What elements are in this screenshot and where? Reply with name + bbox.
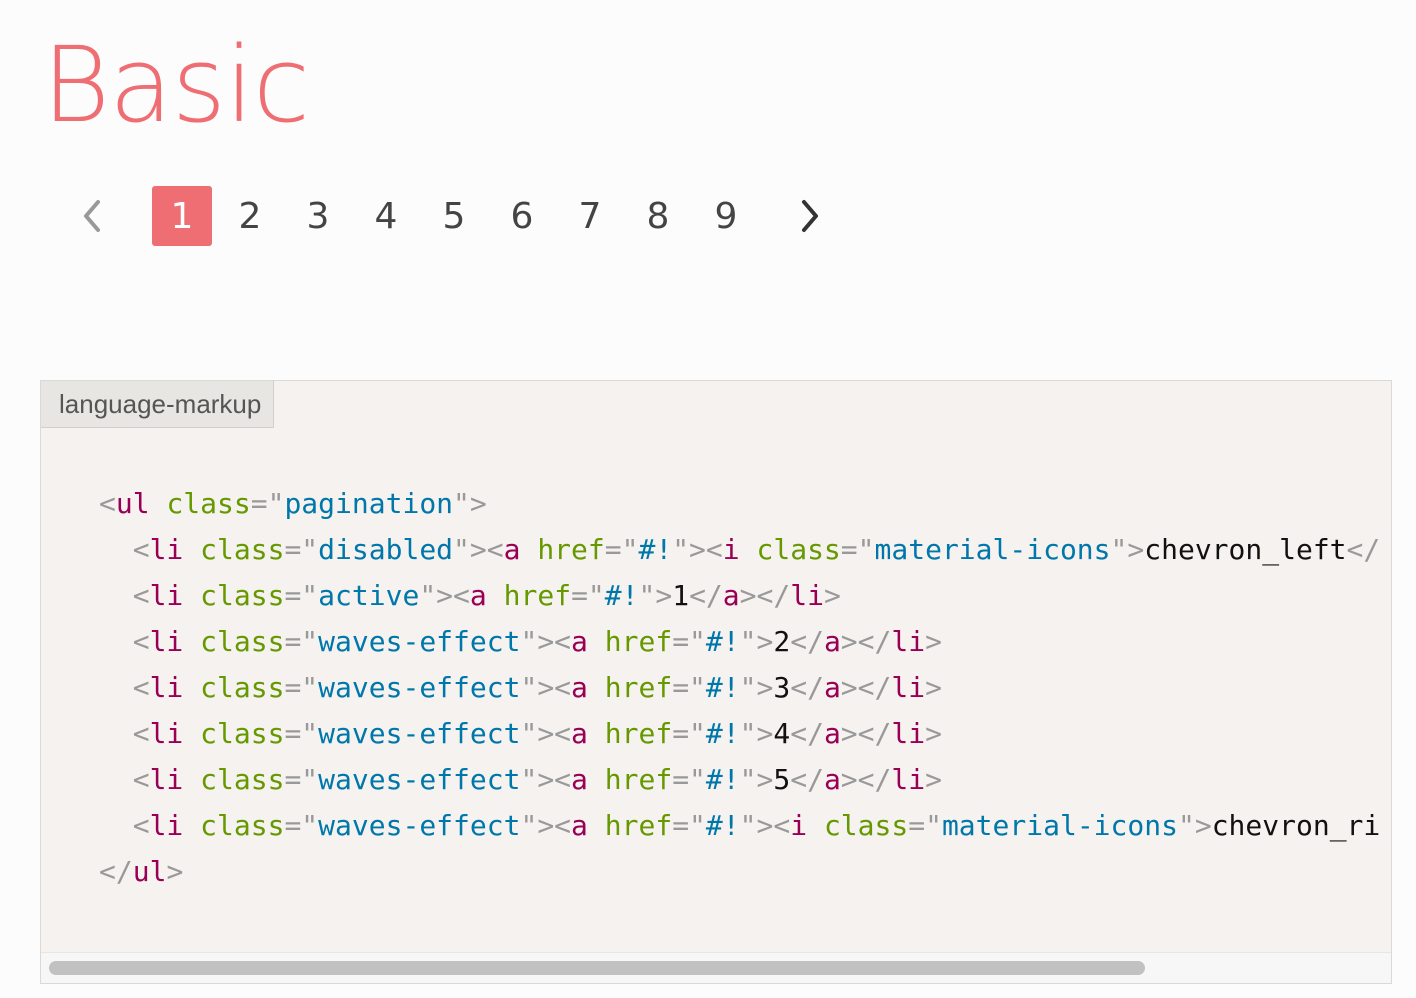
code-line: <li class="waves-effect"><a href="#!">2<… (132, 625, 942, 658)
pagination-page-9[interactable]: 9 (696, 186, 756, 246)
pagination-page-5[interactable]: 5 (424, 186, 484, 246)
pagination-prev[interactable] (70, 186, 114, 246)
pagination-page-1[interactable]: 1 (152, 186, 212, 246)
scrollbar-thumb[interactable] (49, 961, 1145, 975)
code-line: <li class="waves-effect"><a href="#!">5<… (132, 763, 942, 796)
pagination-page-4[interactable]: 4 (356, 186, 416, 246)
page: Basic 1 2 3 4 5 6 7 8 9 language-markup … (0, 0, 1416, 998)
code-line: <li class="active"><a href="#!">1</a></l… (132, 579, 841, 612)
pagination-next[interactable] (788, 186, 832, 246)
code-block: language-markup <ul class="pagination"> … (40, 380, 1392, 984)
horizontal-scrollbar[interactable] (41, 952, 1391, 983)
code-line: </ul> (99, 855, 184, 888)
pagination-page-3[interactable]: 3 (288, 186, 348, 246)
code-content: <ul class="pagination"> <li class="disab… (99, 481, 1380, 895)
chevron-left-icon (80, 198, 104, 234)
language-label: language-markup (41, 381, 275, 428)
pagination-page-6[interactable]: 6 (492, 186, 552, 246)
code-line: <li class="waves-effect"><a href="#!">4<… (132, 717, 942, 750)
page-title: Basic (42, 24, 310, 146)
pagination: 1 2 3 4 5 6 7 8 9 (70, 186, 832, 246)
code-line: <li class="waves-effect"><a href="#!">3<… (132, 671, 942, 704)
code-line: <li class="waves-effect"><a href="#!"><i… (132, 809, 1381, 842)
code-line: <ul class="pagination"> (99, 487, 487, 520)
code-line: <li class="disabled"><a href="#!"><i cla… (132, 533, 1381, 566)
pagination-page-2[interactable]: 2 (220, 186, 280, 246)
pagination-page-7[interactable]: 7 (560, 186, 620, 246)
pagination-page-8[interactable]: 8 (628, 186, 688, 246)
chevron-right-icon (798, 198, 822, 234)
